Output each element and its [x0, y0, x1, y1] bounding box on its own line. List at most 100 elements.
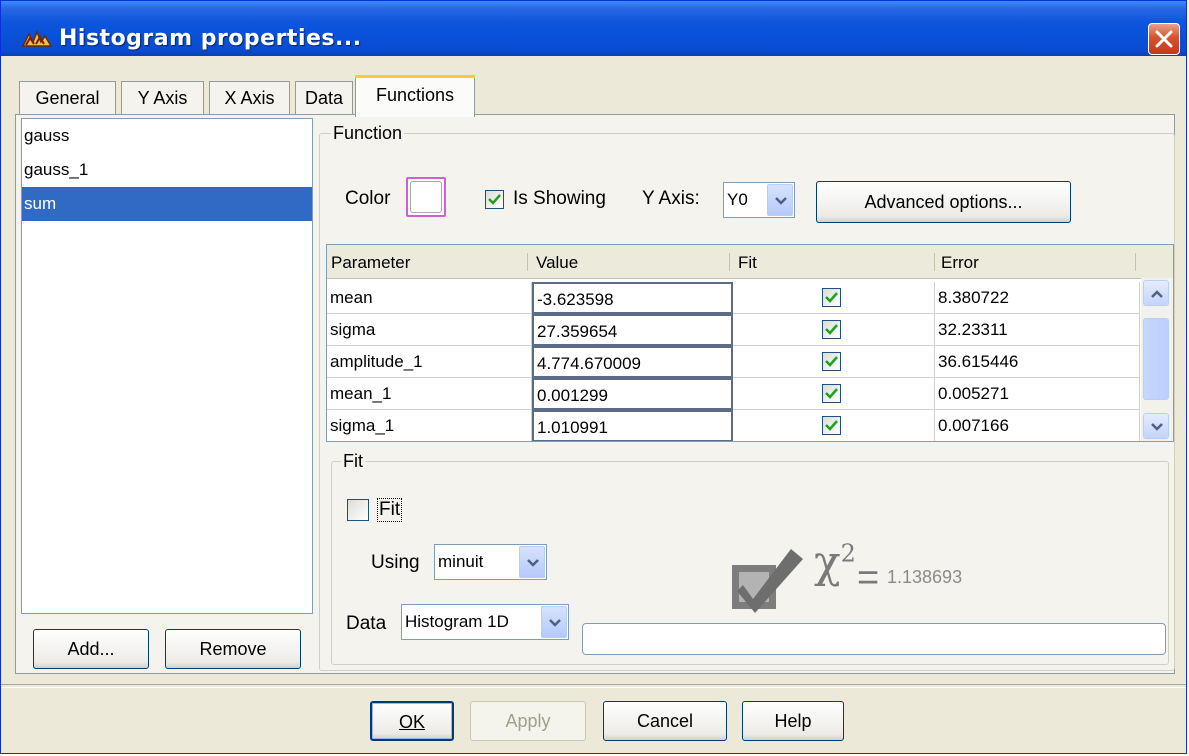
color-label: Color — [345, 188, 391, 209]
list-item-gauss[interactable]: gauss — [22, 119, 312, 153]
y-axis-select[interactable]: Y0 — [723, 182, 795, 218]
table-row[interactable]: mean -3.623598 8.380722 — [327, 282, 1140, 314]
add-button-label: Add... — [67, 639, 115, 659]
fit-enable-checkbox[interactable] — [347, 499, 369, 521]
error-cell: 0.007166 — [935, 410, 1140, 441]
fit-status-icon — [729, 545, 809, 623]
fit-cell — [733, 378, 935, 410]
scroll-thumb[interactable] — [1143, 318, 1169, 400]
list-item-gauss-1[interactable]: gauss_1 — [22, 153, 312, 187]
column-divider — [729, 253, 730, 271]
list-item-sum[interactable]: sum — [22, 187, 312, 221]
window-title: Histogram properties... — [59, 26, 362, 51]
chi-square-symbol: χ2 — [814, 537, 856, 588]
fitter-select[interactable]: minuit — [434, 544, 547, 580]
column-header-fit[interactable]: Fit — [734, 245, 934, 278]
column-header-value[interactable]: Value — [532, 245, 732, 278]
fit-checkbox[interactable] — [822, 288, 841, 307]
fit-cell — [733, 410, 935, 441]
chevron-down-icon — [549, 619, 561, 627]
tab-x-axis[interactable]: X Axis — [209, 81, 290, 115]
value-cell[interactable]: 4.774.670009 — [532, 346, 733, 378]
data-source-select[interactable]: Histogram 1D — [401, 604, 569, 640]
value-cell[interactable]: 0.001299 — [532, 378, 733, 410]
error-cell: 36.615446 — [935, 346, 1140, 378]
tab-data[interactable]: Data — [295, 81, 353, 115]
is-showing-label: Is Showing — [513, 188, 606, 209]
remove-button-label: Remove — [199, 639, 267, 659]
app-icon — [21, 28, 55, 56]
value-cell[interactable]: -3.623598 — [532, 282, 733, 314]
checkmark-icon — [825, 356, 838, 367]
help-button[interactable]: Help — [742, 701, 844, 741]
table-header: Parameter Value Fit Error — [327, 245, 1173, 279]
using-label: Using — [371, 552, 420, 573]
tab-y-axis[interactable]: Y Axis — [121, 81, 204, 115]
data-label: Data — [346, 613, 387, 634]
fitter-value: minuit — [438, 552, 484, 571]
checkmark-icon — [825, 388, 838, 399]
y-axis-label: Y Axis: — [642, 188, 700, 209]
y-axis-dropdown-arrow[interactable] — [767, 184, 793, 216]
fit-checkbox[interactable] — [822, 384, 841, 403]
checkmark-icon — [825, 324, 838, 335]
table-scrollbar[interactable] — [1141, 278, 1173, 441]
table-row[interactable]: sigma 27.359654 32.23311 — [327, 314, 1140, 346]
fit-group-legend: Fit — [341, 451, 365, 472]
title-bar[interactable]: Histogram properties... — [1, 1, 1186, 56]
column-header-parameter[interactable]: Parameter — [327, 245, 527, 278]
parameter-cell: mean — [327, 282, 532, 314]
column-divider — [1135, 253, 1136, 271]
checkmark-icon — [488, 194, 501, 205]
parameter-cell: amplitude_1 — [327, 346, 532, 378]
column-header-error[interactable]: Error — [937, 245, 1137, 278]
data-source-value: Histogram 1D — [405, 612, 509, 631]
function-group-legend: Function — [331, 123, 405, 144]
checkmark-icon — [825, 420, 838, 431]
fit-cell — [733, 282, 935, 314]
parameters-table: Parameter Value Fit Error mean -3.623598… — [326, 244, 1174, 442]
chi-square-value: 1.138693 — [887, 567, 963, 587]
chevron-down-icon — [775, 197, 787, 205]
apply-button-label: Apply — [505, 711, 551, 731]
apply-button[interactable]: Apply — [470, 701, 586, 741]
help-button-label: Help — [774, 711, 812, 731]
error-cell: 8.380722 — [935, 282, 1140, 314]
fit-progress-bar — [582, 623, 1166, 655]
color-picker-button[interactable] — [406, 177, 446, 217]
remove-button[interactable]: Remove — [165, 629, 301, 669]
fit-checkbox[interactable] — [822, 352, 841, 371]
function-list[interactable]: gauss gauss_1 sum — [21, 118, 313, 614]
ok-button[interactable]: OK — [370, 701, 454, 741]
fit-checkbox[interactable] — [822, 320, 841, 339]
tab-functions[interactable]: Functions — [355, 75, 475, 117]
fit-cell — [733, 314, 935, 346]
error-cell: 32.23311 — [935, 314, 1140, 346]
chi-square-equals: = — [857, 557, 880, 599]
tab-general[interactable]: General — [19, 81, 116, 115]
parameter-cell: sigma — [327, 314, 532, 346]
is-showing-checkbox[interactable] — [485, 190, 504, 209]
chevron-down-icon — [527, 559, 539, 567]
scroll-down-button[interactable] — [1143, 413, 1169, 439]
table-row[interactable]: mean_1 0.001299 0.005271 — [327, 378, 1140, 410]
fitter-dropdown-arrow[interactable] — [519, 546, 545, 578]
error-cell: 0.005271 — [935, 378, 1140, 410]
fit-enable-label: Fit — [377, 498, 403, 522]
histogram-properties-dialog: Histogram properties... General Y Axis X… — [0, 0, 1187, 754]
table-row[interactable]: sigma_1 1.010991 0.007166 — [327, 410, 1140, 441]
checkmark-icon — [825, 292, 838, 303]
value-cell[interactable]: 1.010991 — [532, 410, 733, 441]
column-divider — [527, 253, 528, 271]
fit-checkbox[interactable] — [822, 416, 841, 435]
chevron-down-icon — [1151, 423, 1163, 431]
add-button[interactable]: Add... — [33, 629, 149, 669]
data-source-dropdown-arrow[interactable] — [541, 606, 567, 638]
value-cell[interactable]: 27.359654 — [532, 314, 733, 346]
close-button[interactable] — [1148, 23, 1180, 55]
table-row[interactable]: amplitude_1 4.774.670009 36.615446 — [327, 346, 1140, 378]
parameter-cell: sigma_1 — [327, 410, 532, 441]
advanced-options-button[interactable]: Advanced options... — [816, 181, 1071, 223]
scroll-up-button[interactable] — [1143, 280, 1169, 306]
cancel-button[interactable]: Cancel — [603, 701, 727, 741]
